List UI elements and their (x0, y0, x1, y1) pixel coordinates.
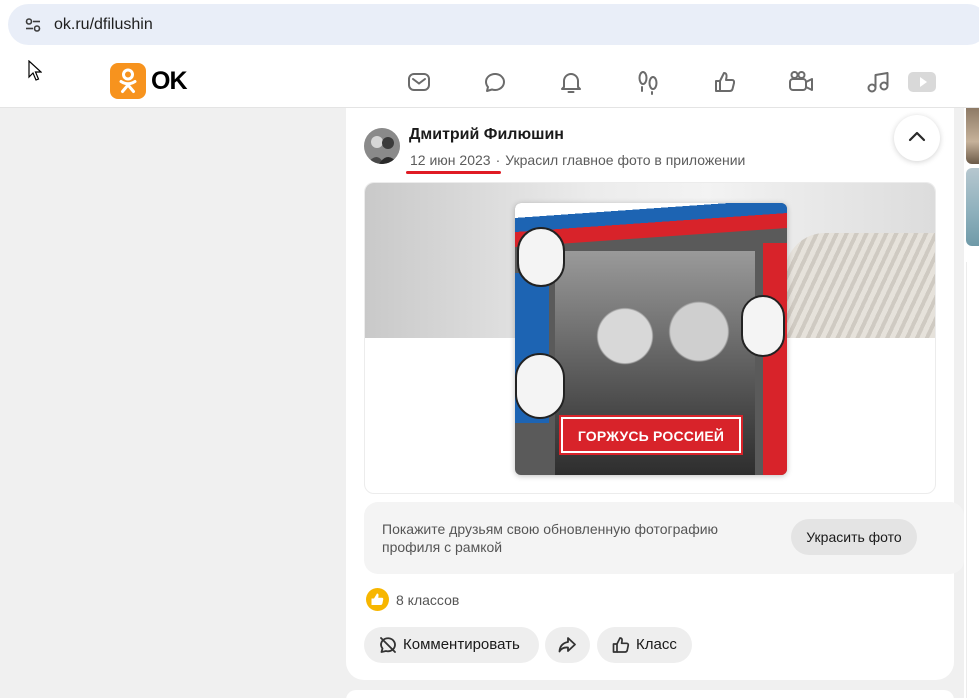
photo-frame-banner-text: ГОРЖУСЬ РОССИЕЙ (577, 428, 725, 444)
post-action-text: Украсил главное фото в приложении (505, 152, 746, 168)
promo-text: Покажите друзьям свою обновленную фотогр… (382, 521, 719, 555)
site-info-button[interactable] (20, 12, 46, 38)
friend-photo-thumbnail[interactable] (966, 108, 979, 164)
scientist-portrait-graphic (741, 295, 785, 357)
video-play-icon (908, 72, 936, 92)
ok-wordmark[interactable]: OK (151, 67, 187, 96)
nav-guests[interactable] (634, 68, 662, 96)
right-widget (966, 262, 979, 698)
feed-post-card: Дмитрий Филюшин 12 июн 2023 · Украсил глав… (346, 108, 964, 680)
photo-frame-banner: ГОРЖУСЬ РОССИЕЙ (559, 415, 743, 455)
like-badge (366, 588, 389, 611)
comment-button[interactable]: Комментировать (364, 627, 539, 663)
url-text[interactable]: ok.ru/dfilushin (54, 16, 153, 34)
share-arrow-icon (558, 637, 576, 653)
mail-icon (408, 73, 430, 91)
decorate-photo-button[interactable]: Украсить фото (791, 519, 917, 555)
cover-knit-texture (785, 233, 935, 338)
bell-icon (561, 73, 581, 93)
comment-icon (380, 637, 396, 653)
video-camera-icon (789, 71, 813, 91)
thumbs-up-icon (612, 637, 630, 653)
nav-videos-play[interactable] (908, 68, 936, 96)
music-icon (867, 72, 889, 93)
footprints-icon (638, 71, 658, 95)
date-highlight-underline (406, 171, 501, 174)
nav-messages[interactable] (405, 68, 433, 96)
klass-button-label: Класс (636, 636, 677, 653)
framed-profile-photo[interactable]: ГОРЖУСЬ РОССИЕЙ (515, 203, 787, 475)
comment-button-label: Комментировать (403, 636, 520, 653)
next-post-card (346, 690, 954, 698)
tune-icon (25, 18, 41, 32)
decorate-photo-promo: Покажите друзьям свою обновленную фотогр… (364, 502, 964, 574)
chevron-up-icon (908, 131, 926, 142)
poet-portrait-graphic (515, 353, 565, 419)
meta-separator: · (495, 152, 501, 168)
nav-discussions[interactable] (481, 68, 509, 96)
browser-toolbar: ok.ru/dfilushin (0, 0, 979, 54)
author-name[interactable]: Дмитрий Филюшин (409, 126, 564, 144)
nav-notifications[interactable] (557, 68, 585, 96)
mouse-cursor-icon (28, 60, 42, 81)
author-avatar[interactable] (364, 128, 400, 164)
post-date[interactable]: 12 июн 2023 (410, 152, 491, 168)
address-bar[interactable]: ok.ru/dfilushin (8, 4, 979, 45)
site-header: OK (0, 54, 979, 108)
chat-icon (484, 72, 505, 92)
nav-events[interactable] (711, 68, 739, 96)
ok-person-icon (119, 68, 137, 93)
frame-red-stripe (763, 243, 787, 475)
nav-music[interactable] (864, 68, 892, 96)
ok-logo[interactable] (110, 63, 146, 99)
post-photo-container[interactable]: ГОРЖУСЬ РОССИЕЙ (364, 182, 936, 494)
post-meta: 12 июн 2023 · Украсил главное фото в прило… (410, 152, 745, 168)
avatar-image (364, 128, 400, 164)
cosmonaut-portrait-graphic (517, 227, 565, 287)
likes-count[interactable]: 8 классов (396, 592, 459, 608)
collapse-button[interactable] (894, 115, 940, 161)
nav-video[interactable] (787, 68, 815, 96)
friend-photo-thumbnail[interactable] (966, 168, 979, 246)
klass-button[interactable]: Класс (597, 627, 692, 663)
share-button[interactable] (545, 627, 590, 663)
thumbs-up-icon (715, 72, 736, 92)
thumbs-up-icon (371, 593, 384, 605)
